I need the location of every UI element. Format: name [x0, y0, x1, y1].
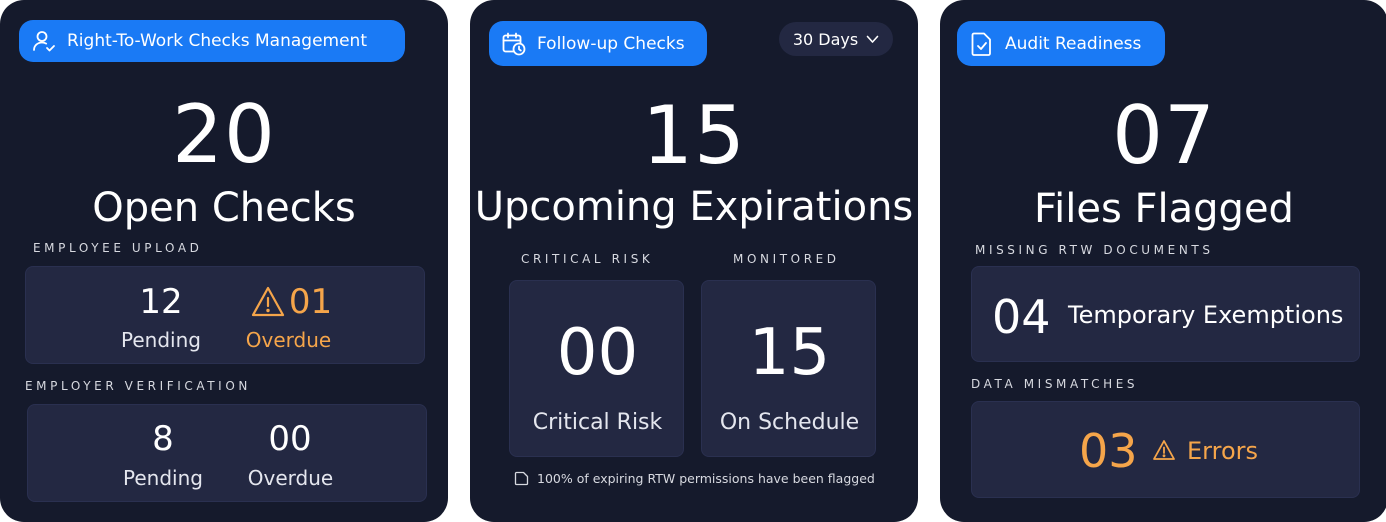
data-mismatches-box: 03 Errors: [971, 401, 1360, 498]
monitored-box: 15 On Schedule: [701, 280, 876, 457]
monitored-section-label: MONITORED: [733, 252, 840, 266]
range-selector-value: 30 Days: [792, 29, 859, 49]
critical-risk-label: Critical Risk: [532, 410, 663, 435]
employee-upload-box: 12 Pending 01 Overdue: [25, 266, 425, 364]
followup-footnote-text: 100% of expiring RTW permissions have be…: [537, 470, 875, 486]
document-icon: [514, 470, 530, 486]
upcoming-expirations-label: Upcoming Expirations: [474, 184, 914, 230]
upcoming-expirations-count: 15: [642, 89, 746, 182]
critical-risk-section-label: CRITICAL RISK: [521, 252, 654, 266]
followup-checks-card: Follow-up Checks 30 Days 15 Upcoming Exp…: [470, 0, 918, 522]
open-checks-count: 20: [172, 88, 276, 181]
calendar-clock-icon: [501, 31, 527, 57]
audit-readiness-header-label: Audit Readiness: [1005, 33, 1142, 54]
range-selector-dropdown[interactable]: 30 Days: [779, 22, 893, 56]
employer-verification-section-label: EMPLOYER VERIFICATION: [25, 379, 251, 393]
employee-upload-overdue-stat: 01: [241, 285, 341, 319]
employer-verification-pending-value: 8: [152, 419, 174, 459]
monitored-label: On Schedule: [719, 410, 860, 435]
data-mismatches-label: Errors: [1187, 437, 1259, 465]
employee-upload-overdue-label: Overdue: [245, 328, 332, 352]
critical-risk-value: 00: [556, 316, 639, 390]
rtw-checks-header-label: Right-To-Work Checks Management: [67, 31, 367, 51]
warning-triangle-icon: [250, 285, 286, 319]
audit-readiness-header-button[interactable]: Audit Readiness: [957, 21, 1165, 66]
employer-verification-overdue-label: Overdue: [247, 466, 334, 490]
followup-footnote: 100% of expiring RTW permissions have be…: [514, 470, 875, 486]
open-checks-label: Open Checks: [92, 185, 356, 231]
missing-rtw-documents-box: 04 Temporary Exemptions: [971, 266, 1360, 362]
employee-upload-section-label: EMPLOYEE UPLOAD: [33, 241, 203, 255]
employer-verification-overdue-value: 00: [268, 419, 312, 459]
missing-rtw-documents-value: 04: [992, 290, 1051, 344]
file-check-icon: [969, 31, 995, 57]
rtw-checks-card: Right-To-Work Checks Management 20 Open …: [0, 0, 448, 522]
chevron-down-icon: [866, 35, 879, 44]
followup-checks-header-button[interactable]: Follow-up Checks: [489, 21, 707, 66]
user-check-icon: [31, 28, 57, 54]
files-flagged-count: 07: [1112, 89, 1216, 182]
missing-rtw-documents-label: Temporary Exemptions: [1068, 301, 1344, 329]
followup-checks-header-label: Follow-up Checks: [537, 33, 685, 54]
critical-risk-box: 00 Critical Risk: [509, 280, 684, 457]
employee-upload-overdue-value: 01: [288, 282, 333, 322]
missing-rtw-documents-section-label: MISSING RTW DOCUMENTS: [975, 243, 1214, 257]
rtw-checks-header-button[interactable]: Right-To-Work Checks Management: [19, 20, 405, 62]
employee-upload-pending-value: 12: [139, 282, 183, 322]
employer-verification-pending-label: Pending: [123, 466, 203, 490]
audit-readiness-card: Audit Readiness 07 Files Flagged MISSING…: [940, 0, 1386, 522]
data-mismatches-value: 03: [1079, 424, 1138, 478]
monitored-value: 15: [748, 316, 831, 390]
warning-triangle-icon: [1152, 439, 1176, 461]
employer-verification-box: 8 Pending 00 Overdue: [27, 404, 427, 502]
files-flagged-label: Files Flagged: [1034, 186, 1294, 232]
data-mismatches-section-label: DATA MISMATCHES: [971, 377, 1139, 391]
employee-upload-pending-label: Pending: [121, 328, 201, 352]
